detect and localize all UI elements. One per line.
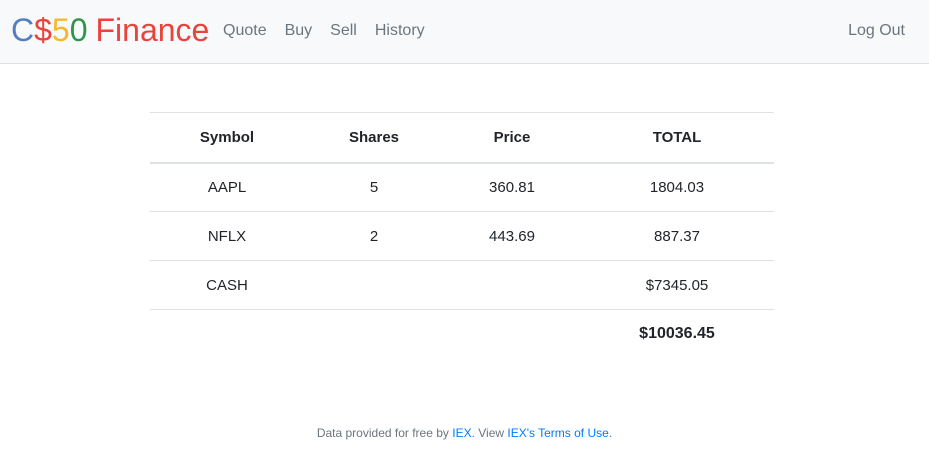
nav-links: Quote Buy Sell History (223, 20, 443, 42)
logout-link[interactable]: Log Out (848, 22, 905, 39)
brand-digit-five: 5 (51, 12, 70, 48)
cash-value: $7345.05 (580, 260, 774, 310)
brand-logo[interactable]: C$50 Finance (11, 10, 209, 50)
table-row: NFLX 2 443.69 887.37 (150, 211, 774, 261)
nav-link-history[interactable]: History (375, 20, 425, 42)
nav-link-buy[interactable]: Buy (285, 20, 313, 42)
cell-price: 443.69 (444, 211, 580, 261)
nav-link-quote[interactable]: Quote (223, 20, 267, 42)
empty-cell (304, 260, 444, 310)
cell-symbol: AAPL (150, 162, 304, 212)
footer-suffix: . (608, 426, 613, 440)
table-row: AAPL 5 360.81 1804.03 (150, 162, 774, 212)
column-header-symbol: Symbol (150, 112, 304, 164)
footer-prefix: Data provided for free by (316, 426, 453, 440)
footer: Data provided for free by IEX. View IEX'… (0, 424, 929, 442)
cell-total: 1804.03 (580, 162, 774, 212)
nav-link-sell[interactable]: Sell (330, 20, 357, 42)
grand-total-value: $10036.45 (580, 309, 774, 359)
navbar: C$50 Finance Quote Buy Sell History Log O… (0, 0, 929, 64)
footer-middle: . View (471, 426, 508, 440)
grand-total-row: $10036.45 (150, 309, 774, 359)
portfolio-table: Symbol Shares Price TOTAL AAPL 5 360.81 … (150, 112, 774, 359)
iex-terms-link[interactable]: IEX's Terms of Use (507, 426, 608, 440)
cell-symbol: NFLX (150, 211, 304, 261)
cash-row: CASH $7345.05 (150, 260, 774, 310)
column-header-shares: Shares (304, 112, 444, 164)
empty-cell (444, 309, 580, 359)
cash-label: CASH (150, 260, 304, 310)
empty-cell (304, 309, 444, 359)
column-header-total: TOTAL (580, 112, 774, 164)
table-header-row: Symbol Shares Price TOTAL (150, 112, 774, 164)
cell-total: 887.37 (580, 211, 774, 261)
brand-digit-zero: 0 (69, 12, 88, 48)
iex-link[interactable]: IEX (452, 426, 471, 440)
brand-letter-c: C (11, 12, 35, 48)
nav-right: Log Out (848, 20, 905, 42)
cell-shares: 2 (304, 211, 444, 261)
cell-shares: 5 (304, 162, 444, 212)
brand-dollar: $ (34, 12, 52, 48)
empty-cell (150, 309, 304, 359)
cell-price: 360.81 (444, 162, 580, 212)
brand-finance: Finance (95, 12, 210, 48)
column-header-price: Price (444, 112, 580, 164)
empty-cell (444, 260, 580, 310)
